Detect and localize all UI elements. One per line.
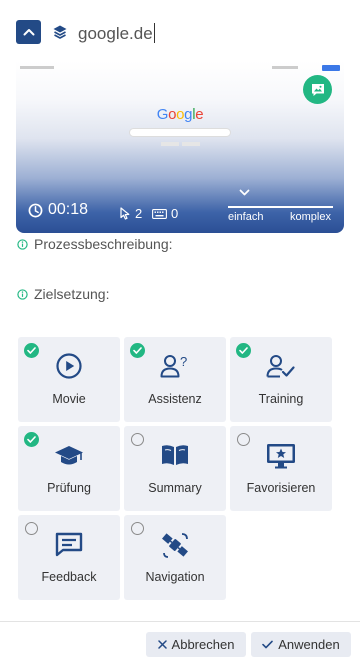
satellite-icon [162, 533, 188, 558]
click-counter: 2 [120, 206, 142, 221]
header: google.de [0, 0, 360, 64]
preview-topbar-left [20, 66, 54, 69]
collapse-button[interactable] [16, 20, 41, 44]
option-summary[interactable]: Summary [124, 426, 226, 511]
preview-signin-button [322, 65, 340, 71]
option-training[interactable]: Training [230, 337, 332, 422]
close-icon [157, 640, 167, 649]
apply-button[interactable]: Anwenden [251, 632, 351, 657]
apply-label: Anwenden [278, 637, 340, 652]
click-count: 2 [135, 206, 143, 221]
complexity-slider-track[interactable] [228, 206, 333, 208]
title-text: google.de [78, 24, 153, 43]
preview-topbar-right [272, 66, 298, 69]
option-label: Training [258, 392, 304, 406]
timer-value: 00:18 [48, 201, 89, 218]
option-feedback[interactable]: Feedback [18, 515, 120, 600]
goal-field[interactable]: Zielsetzung: [17, 286, 109, 302]
output-options-grid: Movie ? Assistenz Training Prüfung Summa… [18, 337, 332, 600]
layers-icon [53, 25, 67, 39]
snapshot-button[interactable] [303, 75, 332, 104]
image-comment-icon [311, 83, 324, 96]
clock-icon [28, 203, 43, 217]
user-question-icon: ? [160, 354, 187, 378]
preview-lucky-button [182, 142, 200, 146]
option-favorisieren[interactable]: Favorisieren [230, 426, 332, 511]
keystroke-count: 0 [171, 206, 179, 221]
complexity-slider-handle[interactable] [239, 189, 250, 197]
cursor-icon [120, 207, 130, 220]
chevron-up-icon [23, 29, 34, 36]
option-label: Feedback [41, 570, 97, 584]
option-label: Summary [148, 481, 202, 495]
process-description-label: Prozessbeschreibung: [34, 236, 173, 252]
option-label: Navigation [145, 570, 205, 584]
preview-search-box [129, 128, 231, 137]
option-assistenz[interactable]: ? Assistenz [124, 337, 226, 422]
option-label: Prüfung [47, 481, 91, 495]
footer-divider [0, 621, 360, 622]
check-icon [262, 640, 274, 649]
option-label: Movie [52, 392, 86, 406]
info-icon [17, 238, 28, 250]
play-circle-icon [56, 353, 82, 379]
monitor-star-icon [267, 444, 295, 469]
option-label: Assistenz [148, 392, 202, 406]
option-navigation[interactable]: Navigation [124, 515, 226, 600]
info-icon [17, 288, 28, 300]
user-check-icon [266, 355, 295, 378]
cancel-button[interactable]: Abbrechen [146, 632, 246, 657]
option-movie[interactable]: Movie [18, 337, 120, 422]
recording-preview: Google 00:18 2 0 einfach komplex [16, 61, 344, 233]
preview-search-button [161, 142, 179, 146]
recording-timer: 00:18 [28, 201, 88, 219]
goal-label: Zielsetzung: [34, 286, 110, 302]
keyboard-icon [152, 208, 167, 219]
svg-text:?: ? [180, 354, 187, 369]
option-pruefung[interactable]: Prüfung [18, 426, 120, 511]
keystroke-counter: 0 [152, 206, 178, 221]
open-book-icon [162, 445, 188, 465]
option-label: Favorisieren [246, 481, 316, 495]
process-description-field[interactable]: Prozessbeschreibung: [17, 236, 173, 252]
complexity-max-label: komplex [290, 211, 331, 223]
cancel-label: Abbrechen [171, 637, 235, 652]
title-input[interactable]: google.de [78, 23, 155, 44]
complexity-min-label: einfach [228, 211, 264, 223]
text-caret [153, 23, 155, 43]
preview-google-logo: Google [156, 106, 204, 123]
chat-lines-icon [55, 532, 83, 557]
graduation-cap-icon [55, 446, 83, 465]
